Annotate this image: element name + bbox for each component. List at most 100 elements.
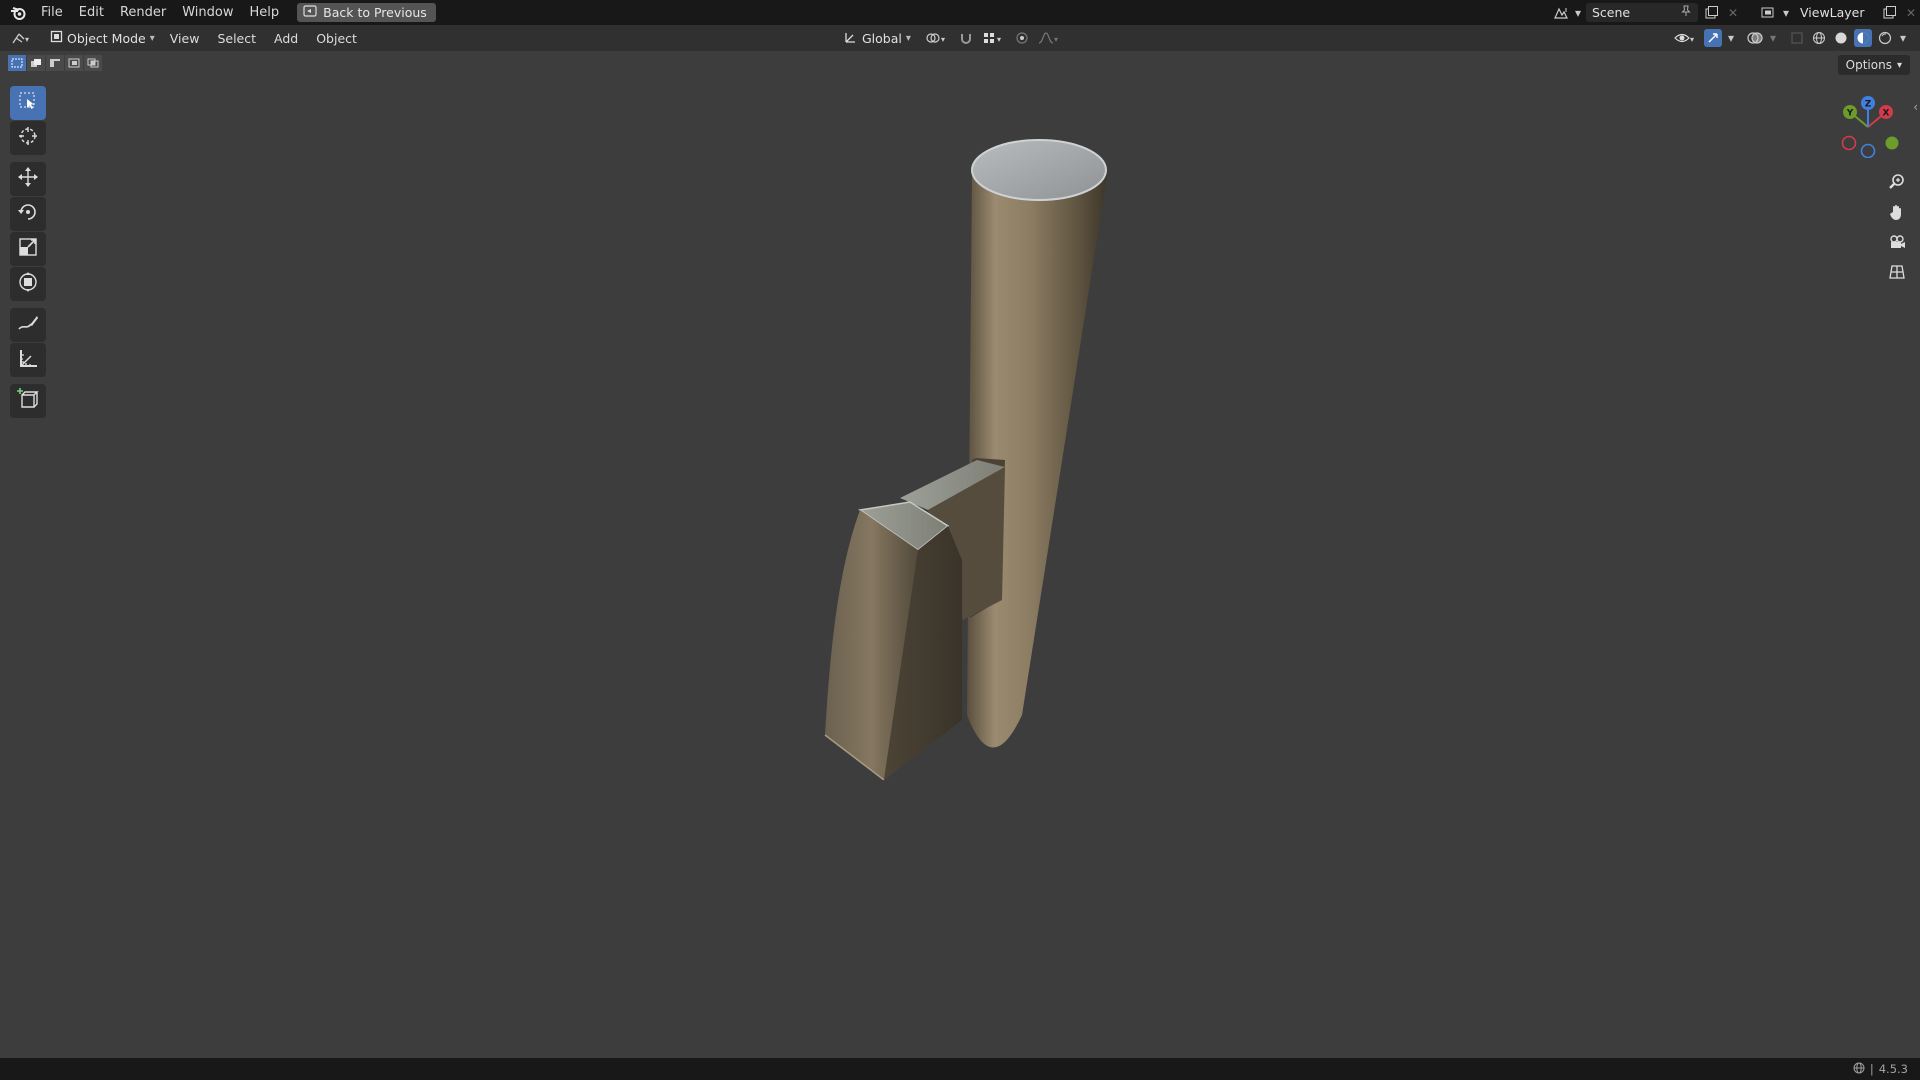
version-separator: | [1869, 1062, 1874, 1076]
select-box-icon [18, 91, 38, 115]
back-to-previous-label: Back to Previous [323, 5, 427, 20]
top-right-fields: ▾ Scene ✕ ▾ ViewLayer ✕ [1552, 0, 1920, 25]
svg-text:▾: ▾ [1054, 35, 1058, 44]
status-bar: | 4.5.3 [0, 1058, 1920, 1080]
new-view-layer-icon[interactable] [1880, 4, 1898, 22]
orientation-global-icon [844, 30, 858, 47]
chevron-down-icon: ▾ [905, 32, 911, 44]
falloff-icon[interactable]: ▾ [1037, 29, 1061, 47]
selection-mode-buttons [8, 55, 102, 71]
scale-icon [17, 236, 39, 262]
scale-tool[interactable] [9, 232, 46, 266]
gizmo-toggle-icon[interactable] [1704, 29, 1722, 47]
svg-text:▾: ▾ [941, 35, 945, 44]
pin-icon[interactable] [1680, 5, 1692, 20]
measure-icon [17, 347, 39, 373]
menu-file[interactable]: File [33, 0, 71, 25]
viewport-display-controls: ▾ ▾ ▾ ▾ [1672, 25, 1908, 51]
chevron-down-icon[interactable]: ▾ [1898, 29, 1908, 47]
annotate-icon [17, 312, 39, 338]
close-icon[interactable]: ✕ [1902, 4, 1920, 22]
header-menu-view[interactable]: View [161, 31, 209, 46]
chevron-down-icon: ▾ [149, 32, 155, 44]
scene-icon[interactable] [1552, 4, 1570, 22]
editor-type-icon[interactable]: ▾ [8, 29, 36, 47]
rendered-shading-icon[interactable] [1876, 29, 1894, 47]
select-invert-icon[interactable] [65, 55, 83, 71]
xray-icon[interactable] [1788, 29, 1806, 47]
chevron-down-icon[interactable]: ▾ [1574, 4, 1582, 22]
chevron-down-icon[interactable]: ▾ [1768, 29, 1778, 47]
chevron-down-icon: ▾ [1896, 59, 1902, 71]
object-mode-icon [50, 30, 63, 46]
viewport-header: ▾ Object Mode ▾ View Select Add Object G… [0, 25, 1920, 51]
svg-text:▾: ▾ [1690, 35, 1694, 44]
rotate-tool[interactable] [9, 197, 46, 231]
transform-icon [17, 271, 39, 297]
screen-back-icon [303, 5, 317, 20]
chevron-down-icon[interactable]: ▾ [1726, 29, 1736, 47]
perspective-toggle-icon[interactable] [1883, 258, 1911, 286]
transform-tool[interactable] [9, 267, 46, 301]
back-to-previous-button[interactable]: Back to Previous [297, 3, 436, 22]
header-menu-add[interactable]: Add [265, 31, 307, 46]
snap-increment-icon[interactable]: ▾ [981, 29, 1007, 47]
add-cube-icon [16, 387, 40, 415]
view-layer-field[interactable]: ViewLayer [1794, 3, 1876, 22]
version-label: 4.5.3 [1878, 1062, 1908, 1076]
measure-tool[interactable] [9, 343, 46, 377]
cursor-tool[interactable] [9, 121, 46, 155]
blender-logo-icon[interactable] [9, 4, 27, 22]
move-tool[interactable] [9, 162, 46, 196]
camera-view-icon[interactable] [1883, 228, 1911, 256]
select-new-icon[interactable] [8, 55, 26, 71]
sidebar-toggle-icon[interactable]: ‹ [1913, 100, 1918, 114]
select-subtract-icon[interactable] [46, 55, 64, 71]
visibility-icon[interactable]: ▾ [1672, 29, 1700, 47]
network-globe-icon [1853, 1062, 1865, 1077]
material-preview-icon[interactable] [1854, 29, 1872, 47]
tool-shelf [7, 86, 48, 419]
view-layer-icon[interactable] [1760, 4, 1778, 22]
object-mode-dropdown[interactable]: Object Mode ▾ [44, 28, 161, 48]
orientation-label: Global [862, 30, 902, 46]
object-mode-label: Object Mode [67, 30, 146, 46]
version-info: | 4.5.3 [1853, 1062, 1920, 1077]
chevron-down-icon[interactable]: ▾ [1782, 4, 1790, 22]
gizmo-x-label: X [1883, 109, 1890, 119]
menu-help[interactable]: Help [242, 0, 288, 25]
select-intersect-icon[interactable] [84, 55, 102, 71]
pan-hand-icon[interactable] [1883, 198, 1911, 226]
navigation-gizmo[interactable]: X Y Z [1836, 94, 1900, 158]
pivot-point-icon[interactable]: ▾ [923, 29, 951, 47]
snap-icon[interactable] [957, 29, 975, 47]
top-menu-bar: File Edit Render Window Help Back to Pre… [0, 0, 1920, 25]
transform-orientation-dropdown[interactable]: Global ▾ [838, 28, 917, 48]
close-icon[interactable]: ✕ [1724, 4, 1742, 22]
options-dropdown[interactable]: Options ▾ [1837, 55, 1910, 75]
gizmo-y-label: Y [1846, 109, 1854, 119]
3d-model-hook[interactable] [800, 130, 1140, 780]
menu-render[interactable]: Render [112, 0, 174, 25]
gizmo-z-label: Z [1865, 100, 1872, 110]
menu-window[interactable]: Window [174, 0, 241, 25]
add-cube-tool[interactable] [9, 384, 46, 418]
svg-text:▾: ▾ [997, 35, 1001, 44]
select-box-tool[interactable] [9, 86, 46, 120]
annotate-tool[interactable] [9, 308, 46, 342]
transform-controls: Global ▾ ▾ ▾ ▾ [838, 25, 1061, 51]
menu-edit[interactable]: Edit [71, 0, 112, 25]
proportional-editing-icon[interactable] [1013, 29, 1031, 47]
scene-field[interactable]: Scene [1586, 3, 1698, 22]
view-layer-name: ViewLayer [1800, 5, 1865, 20]
zoom-icon[interactable] [1883, 168, 1911, 196]
solid-shading-icon[interactable] [1832, 29, 1850, 47]
svg-text:▾: ▾ [25, 35, 29, 44]
move-icon [17, 166, 39, 192]
header-menu-object[interactable]: Object [307, 31, 366, 46]
select-extend-icon[interactable] [27, 55, 45, 71]
header-menu-select[interactable]: Select [208, 31, 265, 46]
overlays-icon[interactable] [1746, 29, 1764, 47]
wireframe-shading-icon[interactable] [1810, 29, 1828, 47]
new-scene-icon[interactable] [1702, 4, 1720, 22]
